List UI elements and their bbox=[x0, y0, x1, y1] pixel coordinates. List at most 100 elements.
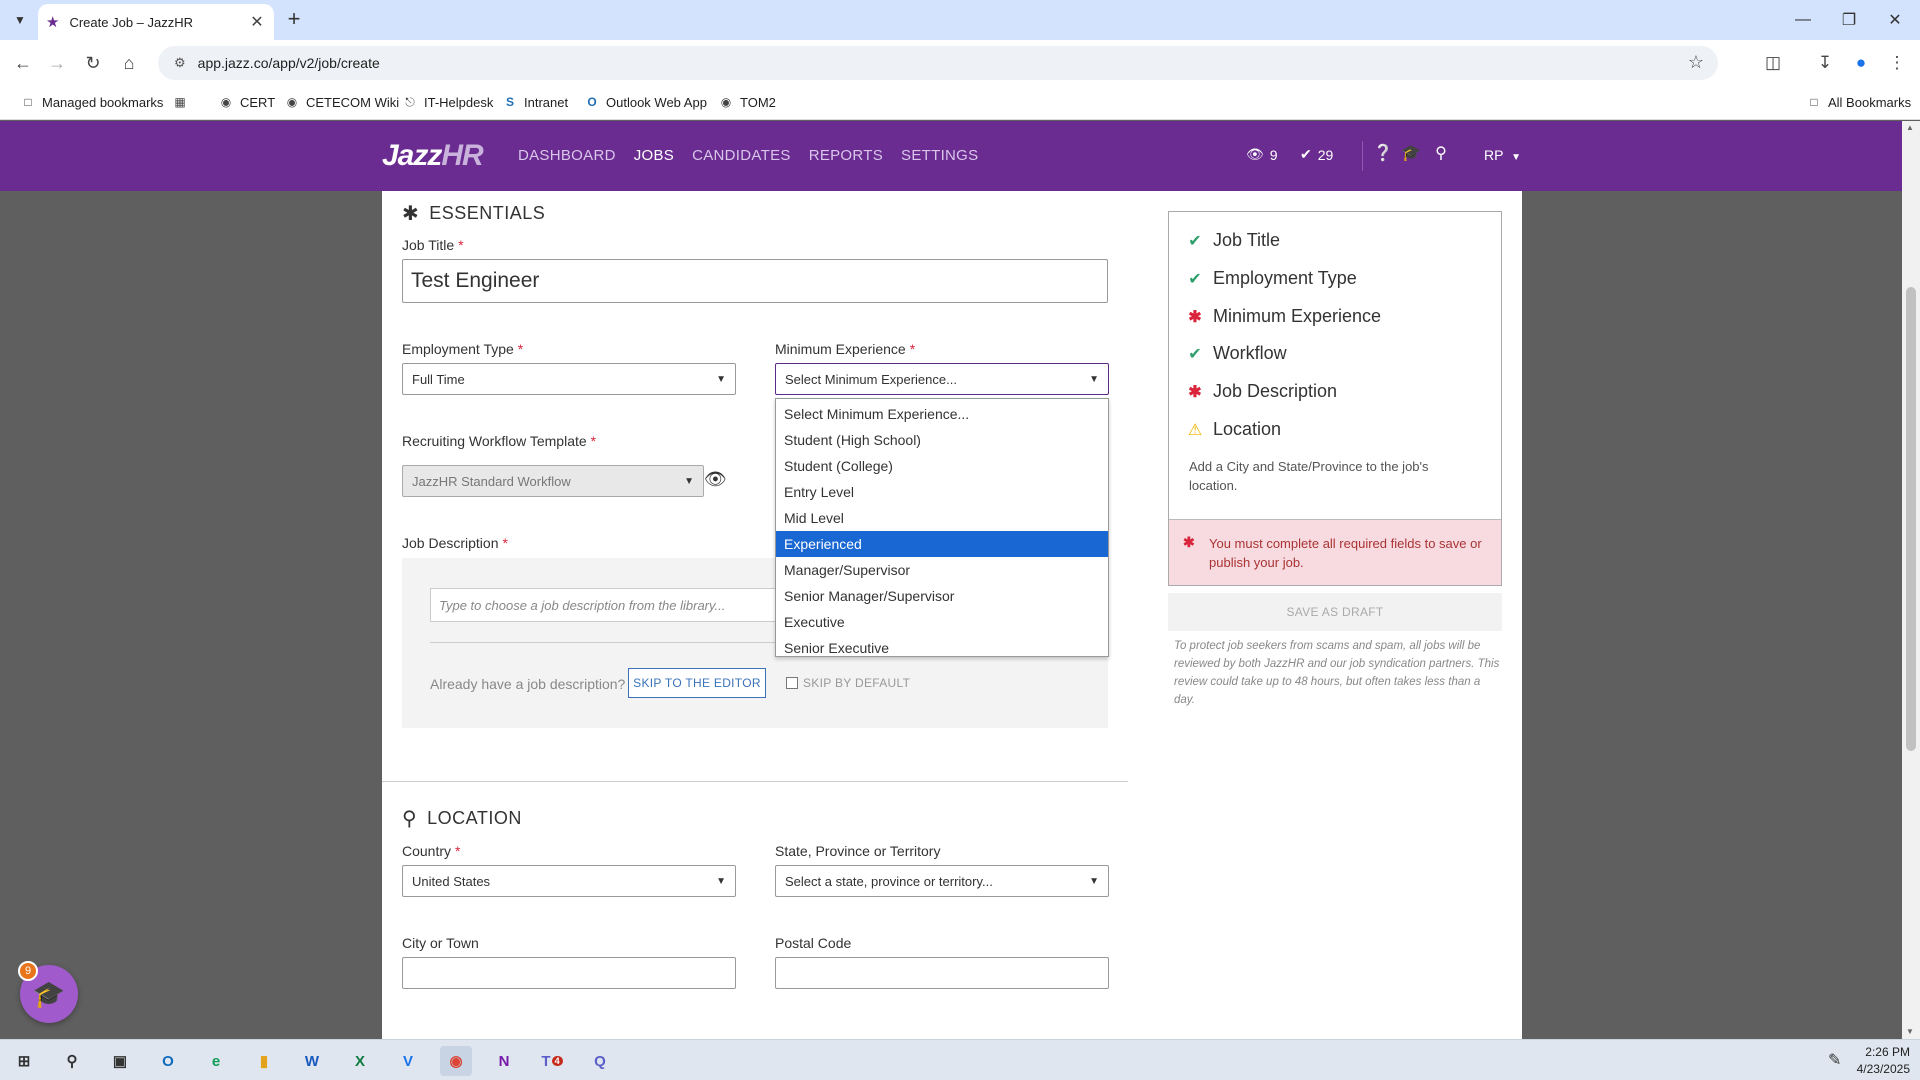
app-navbar: JazzHR DASHBOARD JOBS CANDIDATES REPORTS… bbox=[0, 121, 1902, 191]
forward-button[interactable]: → bbox=[44, 50, 70, 76]
skip-by-default-option[interactable]: SKIP BY DEFAULT bbox=[786, 676, 910, 690]
help-icon[interactable]: ❔ bbox=[1372, 143, 1394, 163]
tab-title: Create Job – JazzHR bbox=[69, 14, 194, 30]
min-experience-label: Minimum Experience * bbox=[775, 341, 916, 357]
eye-icon: 👁 bbox=[1246, 146, 1264, 162]
address-bar[interactable]: ⚙ app.jazz.co/app/v2/job/create ☆ bbox=[158, 46, 1718, 80]
page-viewport: JazzHR DASHBOARD JOBS CANDIDATES REPORTS… bbox=[0, 121, 1920, 1039]
experience-option[interactable]: Select Minimum Experience... bbox=[776, 401, 1108, 427]
postal-code-input[interactable] bbox=[775, 957, 1109, 989]
nav-settings[interactable]: SETTINGS bbox=[901, 147, 978, 164]
required-marker: * bbox=[458, 237, 464, 253]
nav-reports[interactable]: REPORTS bbox=[809, 147, 883, 164]
excel-app-icon[interactable]: X bbox=[344, 1046, 376, 1076]
task-view-icon[interactable]: ▣ bbox=[104, 1046, 136, 1076]
bookmark-cetecom-wiki[interactable]: ◉ CETECOM Wiki bbox=[284, 94, 399, 110]
chrome-app-icon[interactable]: ◉ bbox=[440, 1046, 472, 1076]
experience-option[interactable]: Senior Executive bbox=[776, 635, 1108, 661]
apps-grid-icon: ▦ bbox=[174, 95, 186, 109]
tab-search-button[interactable]: ▼ bbox=[8, 8, 32, 32]
tasks-counter[interactable]: ✔ 29 bbox=[1300, 146, 1333, 163]
asterisk-icon: ✱ bbox=[1183, 534, 1195, 550]
reload-button[interactable]: ↻ bbox=[80, 50, 106, 76]
min-experience-select[interactable]: Select Minimum Experience... ▼ bbox=[775, 363, 1109, 395]
experience-option[interactable]: Student (College) bbox=[776, 453, 1108, 479]
nav-jobs[interactable]: JOBS bbox=[634, 147, 674, 164]
nav-candidates[interactable]: CANDIDATES bbox=[692, 147, 791, 164]
city-input[interactable] bbox=[402, 957, 736, 989]
workflow-select[interactable]: JazzHR Standard Workflow ▼ bbox=[402, 465, 704, 497]
jazzhr-logo[interactable]: JazzHR bbox=[382, 139, 484, 173]
job-title-input[interactable]: Test Engineer bbox=[402, 259, 1108, 303]
experience-option[interactable]: Mid Level bbox=[776, 505, 1108, 531]
profile-icon[interactable]: ● bbox=[1848, 50, 1874, 76]
site-info-icon[interactable]: ⚙ bbox=[174, 55, 186, 71]
onenote-app-icon[interactable]: N bbox=[488, 1046, 520, 1076]
scroll-up-icon[interactable]: ▲ bbox=[1906, 123, 1914, 132]
min-experience-dropdown: Select Minimum Experience... Student (Hi… bbox=[775, 398, 1109, 657]
experience-option[interactable]: Executive bbox=[776, 609, 1108, 635]
taskbar-search-icon[interactable]: ⚲ bbox=[56, 1046, 88, 1076]
restore-button[interactable]: ❐ bbox=[1826, 0, 1872, 40]
edge-app-icon[interactable]: e bbox=[200, 1046, 232, 1076]
back-button[interactable]: ← bbox=[10, 50, 36, 76]
outlook-icon: O bbox=[587, 95, 597, 109]
bookmark-tom2[interactable]: ◉ TOM2 bbox=[718, 94, 776, 110]
experience-option[interactable]: Senior Manager/Supervisor bbox=[776, 583, 1108, 609]
pen-icon[interactable]: ✎ bbox=[1828, 1050, 1841, 1070]
word-app-icon[interactable]: W bbox=[296, 1046, 328, 1076]
close-window-button[interactable]: ✕ bbox=[1872, 0, 1918, 40]
home-button[interactable]: ⌂ bbox=[116, 50, 142, 76]
download-icon[interactable]: ↧ bbox=[1812, 50, 1838, 76]
experience-option[interactable]: Student (High School) bbox=[776, 427, 1108, 453]
experience-option[interactable]: Entry Level bbox=[776, 479, 1108, 505]
checkmark-icon: ✔ bbox=[1300, 146, 1312, 162]
save-as-draft-button[interactable]: SAVE AS DRAFT bbox=[1168, 593, 1502, 631]
browser-menu-icon[interactable]: ⋮ bbox=[1884, 50, 1910, 76]
all-bookmarks[interactable]: □ All Bookmarks bbox=[1806, 94, 1911, 110]
employment-type-select[interactable]: Full Time ▼ bbox=[402, 363, 736, 395]
bookmark-it-helpdesk[interactable]: ⎋ IT-Helpdesk bbox=[402, 94, 493, 110]
experience-option-highlighted[interactable]: Experienced bbox=[776, 531, 1108, 557]
job-form-card: ✱ ESSENTIALS Job Title * Test Engineer Em… bbox=[382, 191, 1522, 1039]
bookmark-intranet[interactable]: S Intranet bbox=[502, 94, 568, 110]
skip-by-default-checkbox[interactable] bbox=[786, 677, 798, 689]
app-icon[interactable]: Q bbox=[584, 1046, 616, 1076]
system-clock[interactable]: 2:26 PM 4/23/2025 bbox=[1857, 1044, 1910, 1078]
search-icon[interactable]: ⚲ bbox=[1430, 143, 1452, 163]
checklist-employment-type: ✔ Employment Type bbox=[1188, 268, 1357, 288]
already-have-description-text: Already have a job description? bbox=[430, 676, 626, 692]
file-explorer-icon[interactable]: ▮ bbox=[248, 1046, 280, 1076]
bookmark-outlook[interactable]: O Outlook Web App bbox=[584, 94, 707, 110]
scrollbar-thumb[interactable] bbox=[1906, 287, 1916, 751]
minimize-button[interactable]: — bbox=[1780, 0, 1826, 40]
browser-tab-bar: ▼ ★ Create Job – JazzHR ✕ + — ❐ ✕ bbox=[0, 0, 1920, 40]
essentials-heading: ✱ ESSENTIALS bbox=[402, 203, 546, 225]
bookmark-star-icon[interactable]: ☆ bbox=[1688, 52, 1704, 73]
teams-app-icon[interactable]: T4 bbox=[536, 1046, 568, 1076]
country-select[interactable]: United States ▼ bbox=[402, 865, 736, 897]
browser-tab-active[interactable]: ★ Create Job – JazzHR ✕ bbox=[38, 4, 274, 40]
globe-icon: ◉ bbox=[720, 95, 732, 109]
eye-preview-icon[interactable]: 👁 bbox=[704, 469, 727, 490]
bookmark-cert[interactable]: ◉ CERT bbox=[218, 94, 275, 110]
v-app-icon[interactable]: V bbox=[392, 1046, 424, 1076]
start-button[interactable]: ⊞ bbox=[8, 1046, 40, 1076]
graduation-cap-icon[interactable]: 🎓 bbox=[1400, 143, 1422, 163]
required-marker: * bbox=[909, 341, 916, 357]
skip-to-editor-button[interactable]: SKIP TO THE EDITOR bbox=[628, 668, 766, 698]
extensions-icon[interactable]: ◫ bbox=[1760, 50, 1786, 76]
outlook-app-icon[interactable]: O bbox=[152, 1046, 184, 1076]
apps-grid-button[interactable]: ▦ bbox=[172, 94, 188, 110]
state-select[interactable]: Select a state, province or territory...… bbox=[775, 865, 1109, 897]
new-tab-button[interactable]: + bbox=[282, 8, 306, 32]
nav-dashboard[interactable]: DASHBOARD bbox=[518, 147, 616, 164]
library-search-input[interactable]: Type to choose a job description from th… bbox=[430, 588, 790, 622]
page-scrollbar[interactable]: ▲ ▼ bbox=[1902, 121, 1920, 1039]
bookmark-managed[interactable]: □ Managed bookmarks bbox=[20, 94, 163, 110]
experience-option[interactable]: Manager/Supervisor bbox=[776, 557, 1108, 583]
scroll-down-icon[interactable]: ▼ bbox=[1906, 1027, 1914, 1036]
views-counter[interactable]: 👁 9 bbox=[1246, 146, 1278, 163]
close-tab-icon[interactable]: ✕ bbox=[248, 12, 266, 32]
user-menu[interactable]: RP ▼ bbox=[1484, 147, 1521, 163]
